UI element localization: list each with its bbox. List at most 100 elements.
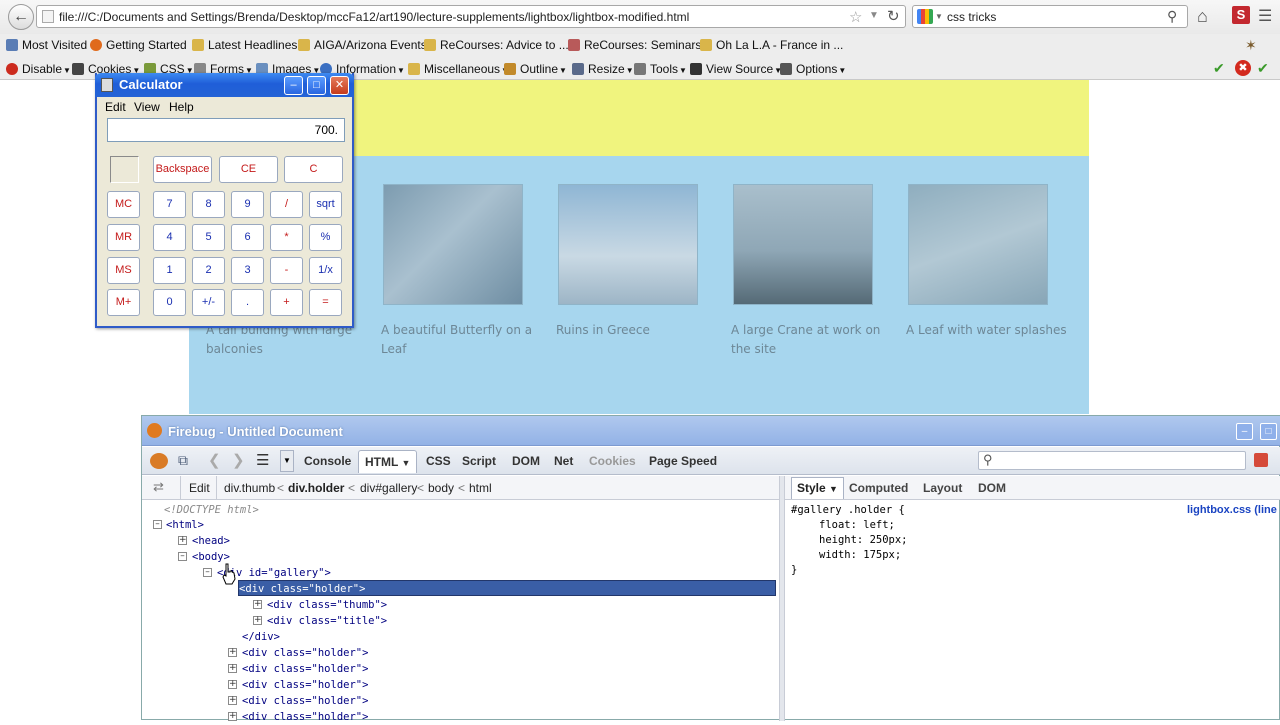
c-button[interactable]: C	[284, 156, 343, 183]
expand-icon[interactable]: +	[228, 648, 237, 657]
firebug-menu-icon[interactable]	[150, 453, 168, 469]
tab-script[interactable]: Script	[462, 454, 496, 468]
side-tab-dom[interactable]: DOM	[978, 481, 1006, 495]
minimize-button[interactable]: –	[284, 76, 303, 95]
expand-icon[interactable]: +	[228, 664, 237, 673]
inspect-icon[interactable]: ⧉	[178, 452, 188, 469]
reload-icon[interactable]: ↻	[887, 7, 900, 25]
tree-holder[interactable]: <div class="holder">	[242, 709, 368, 725]
breadcrumb-div-thumb[interactable]: div.thumb	[224, 481, 275, 495]
tree-holder[interactable]: <div class="holder">	[242, 661, 368, 677]
css-declaration-width[interactable]: width: 175px;	[819, 548, 901, 563]
calc-key-sqrt-button[interactable]: sqrt	[309, 191, 342, 218]
expand-icon[interactable]: +	[253, 600, 262, 609]
wd-disable[interactable]: Disable▼	[6, 62, 71, 76]
expand-icon[interactable]: +	[228, 696, 237, 705]
valid-check-icon[interactable]: ✔	[1213, 60, 1225, 77]
calculator-titlebar[interactable]: Calculator – □ ✕	[95, 73, 354, 97]
calc-key-m--button[interactable]: M+	[107, 289, 140, 316]
search-input[interactable]: css tricks	[947, 10, 996, 24]
maximize-button[interactable]: □	[307, 76, 326, 95]
home-icon[interactable]: ⌂	[1197, 6, 1208, 27]
css-selector[interactable]: #gallery .holder {	[791, 503, 905, 518]
calc-key-7-button[interactable]: 7	[153, 191, 186, 218]
collapse-icon[interactable]: –	[153, 520, 162, 529]
thumb-butterfly[interactable]	[383, 184, 523, 305]
side-tab-style[interactable]: Style ▼	[791, 477, 844, 499]
tab-html[interactable]: HTML ▼	[358, 450, 418, 473]
fb-close-icon[interactable]	[1254, 453, 1268, 467]
calc-key-0-button[interactable]: 0	[153, 289, 186, 316]
bookmark-most-visited[interactable]: Most Visited	[6, 38, 87, 52]
tab-cookies[interactable]: Cookies	[589, 454, 636, 468]
wd-miscellaneous[interactable]: Miscellaneous▼	[408, 62, 509, 76]
firebug-search-input[interactable]: ⚲	[978, 451, 1246, 470]
calc-key-2-button[interactable]: 2	[192, 257, 225, 284]
calc-key-divide-button[interactable]: /	[270, 191, 303, 218]
expand-icon[interactable]: +	[178, 536, 187, 545]
calc-key-add-button[interactable]: +	[270, 289, 303, 316]
calc-key-8-button[interactable]: 8	[192, 191, 225, 218]
tree-thumb[interactable]: <div class="thumb">	[267, 597, 387, 613]
expand-icon[interactable]: ⇄	[153, 479, 164, 495]
expand-icon[interactable]: +	[228, 680, 237, 689]
edit-button[interactable]: Edit	[189, 481, 210, 495]
list-icon[interactable]: ☰	[256, 451, 269, 469]
calc-key-subtract-button[interactable]: -	[270, 257, 303, 284]
wd-options[interactable]: Options▼	[780, 62, 846, 76]
address-bar[interactable]: file:///C:/Documents and Settings/Brenda…	[36, 5, 906, 28]
calc-key-ms-button[interactable]: MS	[107, 257, 140, 284]
calc-key-1-button[interactable]: 1	[153, 257, 186, 284]
tree-title[interactable]: <div class="title">	[267, 613, 387, 629]
back-button[interactable]: ←	[8, 4, 34, 30]
search-icon[interactable]: ⚲	[1167, 8, 1177, 25]
menu-icon[interactable]: ☰	[1258, 6, 1272, 26]
calc-key-6-button[interactable]: 6	[231, 224, 264, 251]
calc-key-reciprocal-button[interactable]: 1/x	[309, 257, 342, 284]
tree-holder[interactable]: <div class="holder">	[242, 645, 368, 661]
collapse-icon[interactable]: –	[203, 568, 212, 577]
collapse-icon[interactable]: –	[178, 552, 187, 561]
side-tab-layout[interactable]: Layout	[923, 481, 962, 495]
bookmark-recourses-seminars[interactable]: ReCourses: Seminars	[568, 38, 701, 52]
tree-holder[interactable]: <div class="holder">	[242, 677, 368, 693]
calc-key-equals-button[interactable]: =	[309, 289, 342, 316]
calc-key-5-button[interactable]: 5	[192, 224, 225, 251]
side-tab-computed[interactable]: Computed	[849, 481, 908, 495]
bookmark-getting-started[interactable]: Getting Started	[90, 38, 187, 52]
bookmark-latest-headlines[interactable]: Latest Headlines	[192, 38, 297, 52]
tab-css[interactable]: CSS	[426, 454, 451, 468]
tree-html[interactable]: <html>	[166, 517, 204, 533]
calc-key-decimal-button[interactable]: .	[231, 289, 264, 316]
fb-maximize-button[interactable]: □	[1260, 423, 1277, 440]
wd-tools[interactable]: Tools▼	[634, 62, 687, 76]
tree-holder[interactable]: <div class="holder">	[242, 693, 368, 709]
breadcrumb-div-gallery[interactable]: div#gallery	[360, 481, 417, 495]
tab-console[interactable]: Console	[304, 454, 351, 468]
bookmark-recourses-advice[interactable]: ReCourses: Advice to ...	[424, 38, 569, 52]
extension-s-icon[interactable]: S	[1232, 6, 1250, 24]
calc-key-mr-button[interactable]: MR	[107, 224, 140, 251]
close-button[interactable]: ✕	[330, 76, 349, 95]
calc-menu-edit[interactable]: Edit	[105, 100, 126, 114]
breadcrumb-div-holder[interactable]: div.holder	[288, 481, 344, 495]
forward-nav-icon[interactable]: ❯	[232, 451, 245, 469]
dropdown-arrow-icon[interactable]: ▼	[869, 10, 879, 21]
search-box[interactable]: ▼ css tricks ⚲	[912, 5, 1188, 28]
tree-head[interactable]: <head>	[192, 533, 230, 549]
backspace-button[interactable]: Backspace	[153, 156, 212, 183]
ce-button[interactable]: CE	[219, 156, 278, 183]
back-nav-icon[interactable]: ❮	[208, 451, 221, 469]
fb-minimize-button[interactable]: –	[1236, 423, 1253, 440]
error-icon[interactable]: ✖	[1235, 60, 1251, 76]
customize-icon[interactable]: ✶	[1245, 37, 1257, 54]
calc-menu-help[interactable]: Help	[169, 100, 194, 114]
thumb-crane[interactable]	[733, 184, 873, 305]
css-declaration-height[interactable]: height: 250px;	[819, 533, 908, 548]
calc-key-9-button[interactable]: 9	[231, 191, 264, 218]
calc-key-4-button[interactable]: 4	[153, 224, 186, 251]
valid-check-icon-2[interactable]: ✔	[1257, 60, 1269, 77]
wd-view-source[interactable]: View Source▼	[690, 62, 782, 76]
calc-key-multiply-button[interactable]: *	[270, 224, 303, 251]
star-icon[interactable]: ☆	[849, 8, 862, 26]
